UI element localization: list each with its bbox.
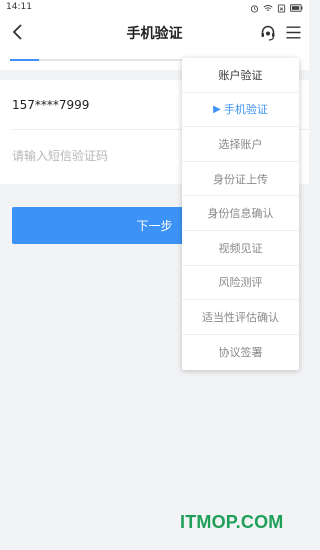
dropdown-item-label: 账户验证: [218, 68, 263, 82]
menu-icon: [286, 26, 300, 38]
status-time: 14:11: [6, 2, 32, 12]
sms-code-input[interactable]: [12, 146, 172, 166]
dropdown-item[interactable]: 协议签署: [182, 335, 299, 370]
dropdown-item-label: 选择账户: [218, 137, 263, 151]
wifi-icon: [263, 4, 273, 11]
menu-button[interactable]: [283, 22, 303, 42]
dropdown-item-label: 身份证上传: [213, 172, 268, 186]
dropdown-item-label: 适当性评估确认: [202, 310, 279, 324]
dropdown-item[interactable]: 身份信息确认: [182, 196, 299, 231]
alarm-icon: [250, 4, 259, 13]
dropdown-item[interactable]: 账户验证: [182, 58, 299, 93]
progress-fill: [10, 59, 39, 61]
status-icons: [250, 1, 303, 15]
dropdown-item[interactable]: 风险测评: [182, 266, 299, 301]
current-step-marker-icon: ▶: [213, 103, 221, 115]
dropdown-item[interactable]: 视频见证: [182, 231, 299, 266]
back-button[interactable]: [6, 20, 30, 44]
phone-number: 157****7999: [12, 98, 90, 112]
dropdown-item-label: 风险测评: [218, 276, 263, 290]
dropdown-item[interactable]: 适当性评估确认: [182, 300, 299, 335]
customer-service-icon: [261, 25, 275, 41]
dropdown-item[interactable]: ▶ 手机验证: [182, 93, 299, 128]
dropdown-item-label: 手机验证: [223, 103, 268, 117]
dropdown-item[interactable]: 选择账户: [182, 127, 299, 162]
battery-icon: [290, 4, 303, 12]
dropdown-item-label: 协议签署: [218, 346, 263, 360]
dropdown-item[interactable]: 身份证上传: [182, 162, 299, 197]
chevron-left-icon: [12, 24, 22, 40]
customer-service-button[interactable]: [257, 22, 279, 44]
sim-icon: [277, 3, 286, 13]
dropdown-item-label: 身份信息确认: [207, 207, 274, 221]
next-step-label: 下一步: [136, 219, 173, 233]
watermark: ITMOP.COM: [180, 512, 284, 532]
nav-bar: 手机验证: [0, 16, 309, 48]
status-bar: 14:11: [0, 0, 309, 16]
dropdown-item-label: 视频见证: [218, 241, 263, 255]
step-dropdown: 账户验证 ▶ 手机验证选择账户身份证上传身份信息确认 视频见证风险测评适当性评估确认协…: [182, 58, 299, 370]
